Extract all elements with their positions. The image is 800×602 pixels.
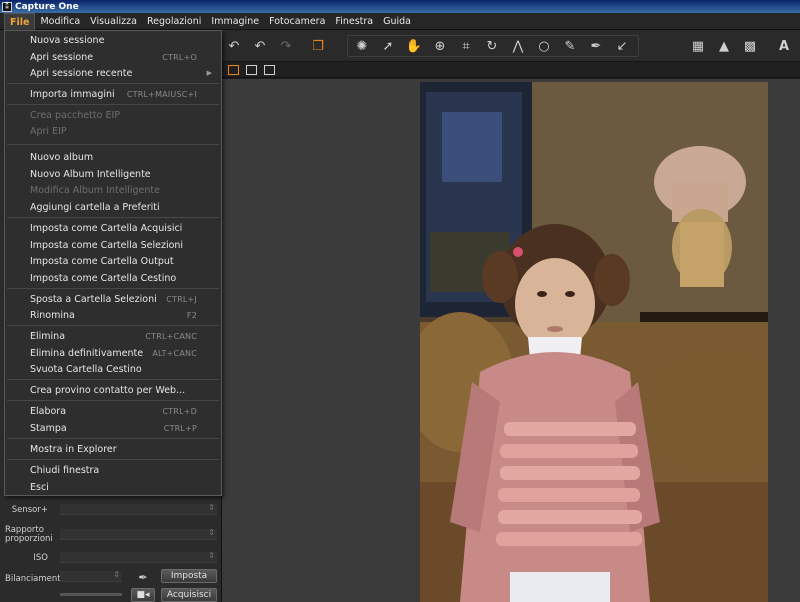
menu-item-nuovo-album[interactable]: Nuovo album [5,149,221,165]
keystone-icon[interactable]: ⋀ [510,38,526,54]
white-balance-label: Bilanciamento [5,573,66,584]
view-mode-strip [222,62,800,78]
redo-icon[interactable]: ↷ [278,38,294,54]
undo-all-icon[interactable]: ↶ [226,38,242,54]
capture-button[interactable]: Acquisisci [161,588,217,602]
white-balance-row: Bilanciamento ✒ Imposta [0,568,222,590]
multi-view-icon[interactable]: ❐ [310,38,326,54]
menu-modifica[interactable]: Modifica [35,13,85,30]
menu-separator [7,144,219,145]
menu-item-aggiungi-cartella-preferiti[interactable]: Aggiungi cartella a Preferiti [5,199,221,215]
menu-item-modifica-album-intelligente: Modifica Album Intelligente [30,184,160,196]
menu-item-rinomina[interactable]: Rinomina F2 [5,307,221,323]
menu-item-elabora[interactable]: Elabora CTRL+D [5,403,221,419]
aspect-row: Rapporto proporzioni [0,520,222,550]
menu-item-stampa[interactable]: Stampa CTRL+P [5,420,221,436]
menu-separator [7,83,219,84]
menu-item-cartella-output[interactable]: Imposta come Cartella Output [5,253,221,269]
window-title: Capture One [15,1,79,12]
capture-row: ■◂ Acquisisci [0,588,222,602]
menu-separator [7,400,219,401]
sensor-select[interactable] [60,503,217,515]
set-button[interactable]: Imposta [161,569,217,583]
menu-separator [7,325,219,326]
menu-item-crea-pacchetto-eip: Crea pacchetto EIP [30,109,120,121]
menu-item-svuota-cestino[interactable]: Svuota Cartella Cestino [5,361,221,377]
menu-separator [7,217,219,218]
menu-item-cartella-cestino[interactable]: Imposta come Cartella Cestino [5,270,221,286]
crop-icon[interactable]: ⌗ [458,38,474,54]
menu-item-nuova-sessione[interactable]: Nuova sessione [5,32,221,48]
zoom-icon[interactable]: ⊕ [432,38,448,54]
single-view-icon[interactable] [246,65,257,75]
select-cursor-icon[interactable]: ➚ [380,38,396,54]
menu-item-elimina[interactable]: Elimina CTRL+CANC [5,328,221,344]
menu-item-apri-sessione[interactable]: Apri sessione CTRL+O [5,49,221,65]
menu-separator [7,379,219,380]
grid-overlay-icon[interactable]: ▦ [690,38,706,54]
iso-row: ISO [0,551,222,564]
menu-item-esci[interactable]: Esci [5,479,221,495]
menu-item-apri-eip: Apri EIP [30,125,67,137]
undo-icon[interactable]: ↶ [252,38,268,54]
aspect-select[interactable] [60,528,217,540]
menu-finestra[interactable]: Finestra [330,13,378,30]
menu-fotocamera[interactable]: Fotocamera [264,13,330,30]
app-icon: ⁑ [2,1,12,12]
eyedropper-icon[interactable]: ✒ [135,569,151,585]
menu-item-cartella-selezioni[interactable]: Imposta come Cartella Selezioni [5,237,221,253]
menu-item-cartella-acquisici[interactable]: Imposta come Cartella Acquisici [5,220,221,236]
pan-hand-icon[interactable]: ✋ [406,38,422,54]
menu-item-apri-sessione-recente[interactable]: Apri sessione recente ▶ [5,65,221,81]
grid-icon[interactable]: ▩ [742,38,758,54]
submenu-arrow-icon: ▶ [206,69,212,77]
menu-separator [7,438,219,439]
grid-view-icon[interactable] [228,65,239,75]
copy-apply-icon[interactable]: ↙ [614,38,630,54]
menu-separator [7,104,219,105]
menu-item-nuovo-album-intelligente[interactable]: Nuovo Album Intelligente [5,166,221,182]
menu-item-mostra-explorer[interactable]: Mostra in Explorer [5,441,221,457]
file-menu-dropdown: Nuova sessione Apri sessione CTRL+O Apri … [4,30,222,496]
menu-item-elimina-definitivamente[interactable]: Elimina definitivamente ALT+CANC [5,345,221,361]
menu-regolazioni[interactable]: Regolazioni [142,13,206,30]
menu-item-chiudi-finestra[interactable]: Chiudi finestra [5,462,221,478]
title-bar: ⁑ Capture One [0,0,800,13]
menu-visualizza[interactable]: Visualizza [85,13,142,30]
menu-immagine[interactable]: Immagine [206,13,264,30]
color-picker-icon[interactable]: ✒ [588,38,604,54]
menu-bar: File Modifica Visualizza Regolazioni Imm… [0,12,800,30]
fullscreen-view-icon[interactable] [264,65,275,75]
image-viewer [222,79,800,602]
menu-item-importa-immagini[interactable]: Importa immagini CTRL+MAIUSC+I [5,86,221,102]
menu-separator [7,288,219,289]
iso-label: ISO [33,552,48,563]
slider-track[interactable] [60,593,122,596]
camera-icon[interactable]: ■◂ [131,588,155,602]
white-balance-select[interactable] [60,570,122,582]
menu-separator [7,459,219,460]
menu-item-sposta-cartella-selezioni[interactable]: Sposta a Cartella Selezioni CTRL+J [5,291,221,307]
photo-image [420,82,768,602]
text-annotation-icon[interactable]: A [776,38,792,54]
photo[interactable] [420,82,768,602]
menu-item-crea-provino-web[interactable]: Crea provino contatto per Web... [5,382,221,398]
capture-pilot-icon[interactable]: ✺ [354,38,370,54]
spot-removal-icon[interactable]: ○ [536,38,552,54]
rotate-icon[interactable]: ↻ [484,38,500,54]
aspect-label: Rapporto proporzioni [5,525,53,544]
iso-select[interactable] [60,551,217,563]
brush-icon[interactable]: ✎ [562,38,578,54]
main-toolbar: ↶ ↶ ↷ ❐ ✺ ➚ ✋ ⊕ ⌗ ↻ ⋀ ○ ✎ ✒ ↙ ▦ ▲ ▩ A [222,30,800,62]
menu-guida[interactable]: Guida [378,13,416,30]
exposure-warning-icon[interactable]: ▲ [716,38,732,54]
menu-file[interactable]: File [4,12,36,30]
sensor-row: Sensor+ [0,503,222,516]
sensor-label: Sensor+ [11,504,48,515]
